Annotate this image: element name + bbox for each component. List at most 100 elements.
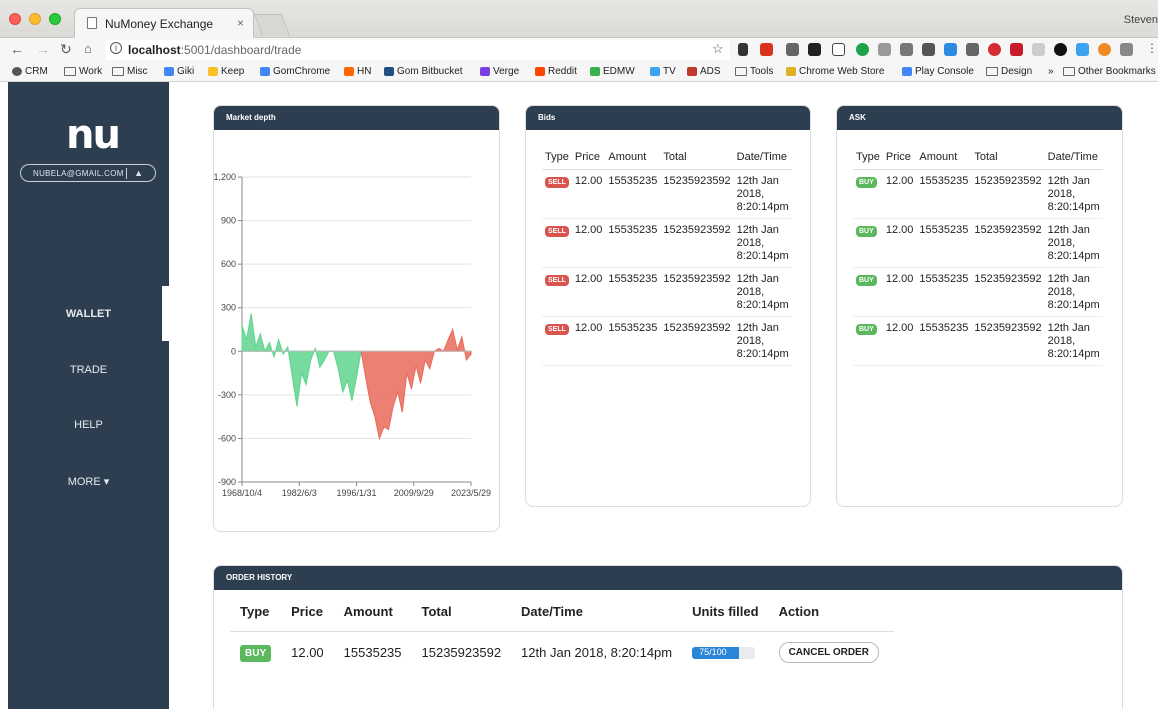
nav-trade[interactable]: TRADE [8,364,169,376]
bids-col-amount: Amount [605,143,661,170]
row-date-line-2: 2018, [1047,286,1076,298]
table-row: BUY 12.00 15535235 15235923592 12th Jan 2018,… [853,267,1103,317]
ublock-extension-icon[interactable] [1010,43,1023,56]
units-filled-text: 75/100 [699,646,727,657]
window-close-button[interactable] [9,13,21,25]
pill-divider [126,168,127,179]
menu-dots-icon[interactable]: ⋮ [1146,41,1158,55]
shield-extension-icon[interactable] [900,43,913,56]
nav-help[interactable]: HELP [8,419,169,431]
bookmark-giki[interactable]: Giki [164,66,194,77]
address-bar[interactable]: i localhost:5001/dashboard/trade [106,40,730,60]
y-tick-label: 900 [221,216,236,226]
bookmark-reddit[interactable]: Reddit [535,66,577,77]
oh-col-units-filled: Units filled [682,590,769,632]
info-icon[interactable]: i [110,42,122,54]
tab-close-icon[interactable]: × [237,16,244,30]
g-icon [164,67,174,76]
oh-col-type: Type [230,590,282,632]
reload-icon[interactable]: ↻ [60,41,72,58]
nav-more[interactable]: MORE ▾ [8,475,169,488]
ask-col-price: Price [882,143,917,170]
bookmark-ads[interactable]: ADS [687,66,721,77]
sell-badge: SELL [545,226,569,237]
bookmark-play-console[interactable]: Play Console [902,66,974,77]
x-tick-label: 1996/1/31 [336,488,376,498]
calendar-extension-icon[interactable] [760,43,773,56]
row-date-line-1: 12th Jan [736,273,779,285]
url-host: localhost [128,43,181,57]
bookmark-misc[interactable]: Misc [112,66,148,77]
orange-extension-icon[interactable] [1098,43,1111,56]
oh-col-amount: Amount [333,590,412,632]
formula-extension-icon[interactable] [832,43,845,56]
row-total: 15235923592 [971,316,1045,366]
bookmark-crm[interactable]: CRM [12,66,48,77]
x-tick-label: 2009/9/29 [394,488,434,498]
new-tab-button[interactable] [253,14,291,36]
window-zoom-button[interactable] [49,13,61,25]
forward-arrow-icon[interactable]: → [36,41,50,57]
row-amount: 15535235 [916,218,972,268]
bookmark-edmw[interactable]: EDMW [590,66,635,77]
oh-amount: 15535235 [343,645,402,660]
back-arrow-icon[interactable]: ← [10,41,24,57]
oh-col-total: Total [411,590,512,632]
browser-tab[interactable]: NuMoney Exchange × [74,8,254,38]
dark-extension-icon[interactable] [1054,43,1067,56]
bookmark-hn[interactable]: HN [344,66,371,77]
y-tick-label: 600 [221,259,236,269]
window-minimize-button[interactable] [29,13,41,25]
row-amount: 15535235 [916,267,972,317]
g-icon [902,67,912,76]
account-pill[interactable]: NUBELA@GMAIL.COM ▲ [20,164,156,182]
bookmark-chrome-web-store[interactable]: Chrome Web Store [786,66,884,77]
profile-name[interactable]: Steven [1124,14,1158,26]
row-amount: 15535235 [605,218,661,268]
bookmark-label: Design [1001,66,1033,77]
bids-card: Bids Type Price Amount Total Date/Time S… [525,105,811,507]
bookmark-label: Misc [127,66,148,77]
bookmark-keep[interactable]: Keep [208,66,244,77]
bookmarks-bar: CRM Work Misc Giki Keep GomChrome HN Gom Bitbuc… [0,62,1158,82]
cancel-order-button[interactable]: CANCEL ORDER [778,642,879,663]
row-price: 12.00 [571,169,606,219]
phone-extension-icon[interactable] [738,43,748,56]
pinterest-extension-icon[interactable] [988,43,1001,56]
pocket-extension-icon[interactable] [786,43,799,56]
k-extension-icon[interactable] [808,43,821,56]
bookmark-design[interactable]: Design [986,66,1032,77]
green-extension-icon[interactable] [856,43,869,56]
grey-extension-icon[interactable] [1032,43,1045,56]
bookmark-work[interactable]: Work [64,66,102,77]
bookmark-label: CRM [25,66,48,77]
nav-wallet[interactable]: WALLET [8,308,169,320]
row-amount: 15535235 [605,267,661,317]
bookmark-star-icon[interactable]: ☆ [712,41,724,57]
bookmark--[interactable]: » [1048,66,1054,77]
page-icon [87,17,97,29]
bookmark-tools[interactable]: Tools [735,66,773,77]
sell-badge: SELL [545,177,569,188]
nu-logo[interactable]: nu [66,112,121,158]
order-history-card: ORDER HISTORY Type Price Amount Total Da… [213,565,1123,709]
tabs-extension-icon[interactable] [1076,43,1089,56]
home-icon[interactable]: ⌂ [84,41,92,56]
y-tick-label: 1,200 [214,172,236,182]
units-filled-progress: 75/100 [692,646,756,659]
bell-icon[interactable]: ▲ [134,168,143,178]
incognito-extension-icon[interactable] [1120,43,1133,56]
bookmark-verge[interactable]: Verge [480,66,519,77]
cast-icon[interactable] [966,43,979,56]
row-date-line-2: 2018, [736,286,765,298]
market-depth-chart[interactable]: 1,200 900 600 300 0 -300 -600 -9001968/10/4 1982… [214,130,500,530]
blue-extension-icon[interactable] [944,43,957,56]
g-icon [260,67,270,76]
mask-extension-icon[interactable] [922,43,935,56]
camera-extension-icon[interactable] [878,43,891,56]
bookmark-gomchrome[interactable]: GomChrome [260,66,330,77]
bookmark-gom-bitbucket[interactable]: Gom Bitbucket [384,66,463,77]
bookmark-tv[interactable]: TV [650,66,676,77]
row-date-line-1: 12th Jan [1047,322,1090,334]
bookmark-other-bookmarks[interactable]: Other Bookmarks [1063,66,1156,77]
